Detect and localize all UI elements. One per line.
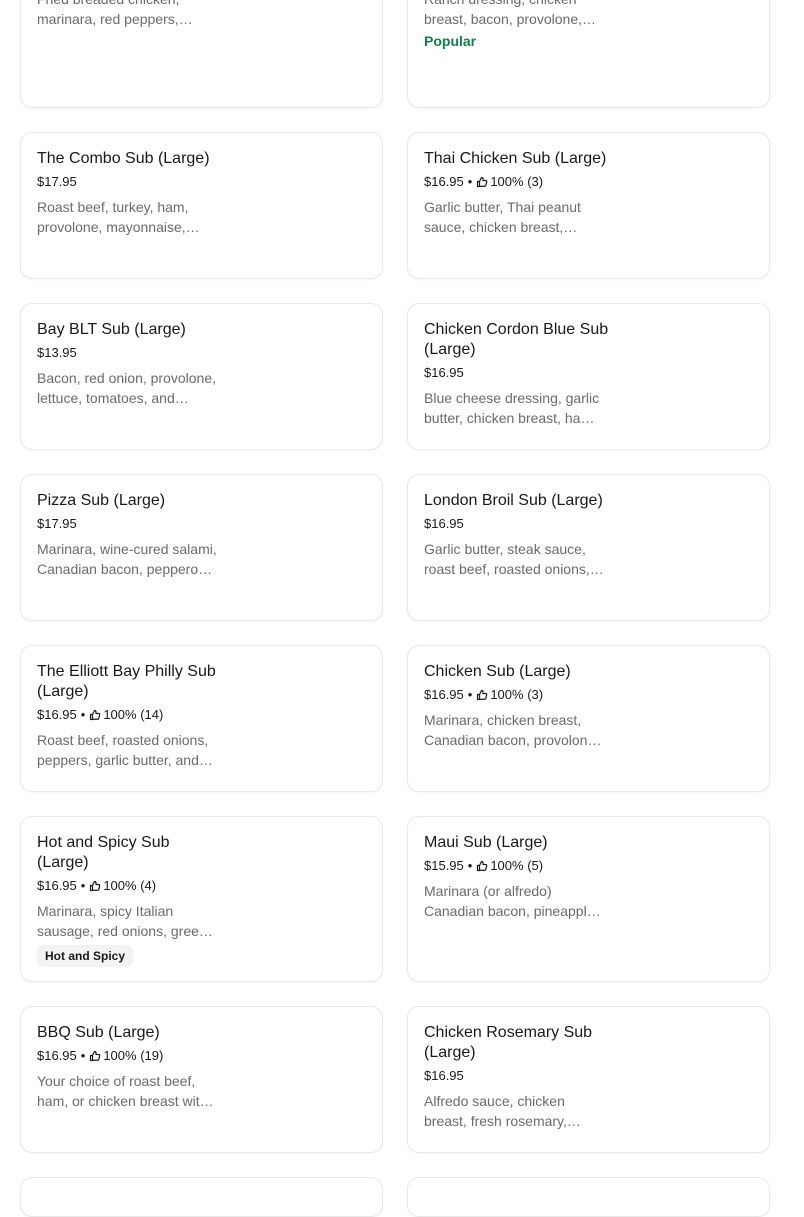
item-price: $16.95 — [424, 687, 464, 702]
item-description: Garlic butter, Thai peanut sauce, chicke… — [424, 199, 581, 235]
item-description: Ranch dressing, chicken breast, bacon, p… — [424, 0, 582, 27]
menu-item-card[interactable]: Bay BLT Sub (Large) $13.95 Bacon, red onio… — [20, 303, 383, 450]
thumbs-up-icon — [476, 689, 490, 701]
separator-dot: • — [80, 1048, 86, 1063]
item-price: $15.95 — [424, 858, 464, 873]
item-title: Chicken Sub (Large) — [424, 663, 571, 680]
separator-dot: • — [467, 174, 473, 189]
item-rating: 100% (19) — [103, 1048, 164, 1063]
item-meta: $16.95 • 100% (4) — [37, 878, 223, 894]
item-description: Roast beef, turkey, ham, provolone, mayo… — [37, 199, 189, 235]
item-rating: 100% (3) — [490, 174, 544, 189]
item-description: Marinara, chicken breast, Canadian bacon… — [424, 712, 600, 748]
category-tag: Hot and Spicy — [37, 945, 134, 967]
item-title: Maui Sub (Large) — [424, 834, 548, 851]
item-title: Bay BLT Sub (Large) — [37, 321, 186, 338]
menu-item-card[interactable]: Chicken Sub (Large) $16.95 • 100% (3) Marina… — [407, 645, 770, 792]
menu-item-card[interactable]: Maui Sub (Large) $15.95 • 100% (5) Marinara … — [407, 816, 770, 982]
item-meta: $17.95 — [37, 516, 223, 532]
item-description: Blue cheese dressing, garlic butter, chi… — [424, 390, 600, 426]
menu-item-card[interactable]: The Elliott Bay Philly Sub (Large) $16.95… — [20, 645, 383, 792]
item-title: The Combo Sub (Large) — [37, 150, 210, 167]
item-description: Bacon, red onion, provolone, lettuce, to… — [37, 370, 217, 406]
item-price: $16.95 — [37, 1048, 77, 1063]
item-meta: $15.95 • 100% (5) — [424, 858, 610, 874]
item-meta: $16.95 • 100% (3) — [424, 174, 610, 190]
item-price: $13.95 — [37, 345, 77, 360]
item-description: Marinara (or alfredo) Canadian bacon, pi… — [424, 883, 599, 919]
item-rating: 100% (14) — [103, 707, 164, 722]
item-description: Alfredo sauce, chicken breast, fresh ros… — [424, 1093, 567, 1129]
item-price: $16.95 — [424, 174, 464, 189]
separator-dot: • — [80, 707, 86, 722]
item-meta: $13.95 — [37, 345, 223, 361]
item-title: Hot and Spicy Sub (Large) — [37, 834, 170, 871]
item-meta: $17.95 — [37, 174, 223, 190]
item-description: Roast beef, roasted onions, peppers, gar… — [37, 732, 209, 768]
menu-item-card[interactable] — [20, 1177, 383, 1217]
item-title: Pizza Sub (Large) — [37, 492, 166, 509]
item-title: The Elliott Bay Philly Sub (Large) — [37, 663, 216, 700]
item-price: $17.95 — [37, 516, 77, 531]
item-price: $16.95 — [424, 1068, 464, 1083]
item-title: Chicken Rosemary Sub (Large) — [424, 1024, 593, 1061]
menu-item-card[interactable]: (12")$16.95Fried breaded chicken, marina… — [20, 0, 383, 108]
item-description: Fried breaded chicken, marinara, red pep… — [37, 0, 179, 27]
separator-dot: • — [467, 858, 473, 873]
item-title: Thai Chicken Sub (Large) — [424, 150, 607, 167]
item-meta: $16.95 • 100% (3) — [424, 687, 610, 703]
thumbs-up-icon — [89, 709, 103, 721]
item-meta: $16.95 • 100% (19) — [37, 1048, 223, 1064]
item-price: $16.95 — [37, 707, 77, 722]
thumbs-up-icon — [476, 860, 490, 872]
menu-item-card[interactable]: The Combo Sub (Large) $17.95 Roast beef, t… — [20, 132, 383, 279]
item-meta: $16.95 — [424, 365, 610, 381]
thumbs-up-icon — [89, 1050, 103, 1062]
item-price: $16.95 — [37, 878, 77, 893]
item-description: Marinara, spicy Italian sausage, red oni… — [37, 903, 207, 939]
item-title: BBQ Sub (Large) — [37, 1024, 160, 1041]
item-meta: $16.95 — [424, 1068, 610, 1084]
item-rating: 100% (3) — [490, 687, 544, 702]
item-description: Garlic butter, steak sauce, roast beef, … — [424, 541, 590, 577]
menu-item-card[interactable]: BBQ Sub (Large) $16.95 • 100% (19) Your choi… — [20, 1006, 383, 1153]
menu-item-card[interactable]: Thai Chicken Sub (Large) $16.95 • 100% (3) G… — [407, 132, 770, 279]
item-meta: $16.95 • 100% (14) — [37, 707, 223, 723]
separator-dot: • — [467, 687, 473, 702]
item-rating: 100% (5) — [490, 858, 544, 873]
item-title: Chicken Cordon Blue Sub (Large) — [424, 321, 609, 358]
separator-dot: • — [80, 878, 86, 893]
menu-item-card[interactable] — [407, 1177, 770, 1217]
item-description: Your choice of roast beef, ham, or chick… — [37, 1073, 208, 1109]
item-description: Marinara, wine-cured salami, Canadian ba… — [37, 541, 217, 577]
menu-item-card[interactable]: Sub (12")$16.95Ranch dressing, chicken b… — [407, 0, 770, 108]
menu-item-card[interactable]: Chicken Cordon Blue Sub (Large) $16.95 Blu… — [407, 303, 770, 450]
item-price: $16.95 — [424, 516, 464, 531]
menu-item-card[interactable]: Pizza Sub (Large) $17.95 Marinara, wine-cu… — [20, 474, 383, 621]
item-price: $16.95 — [424, 365, 464, 380]
popular-badge: Popular — [424, 33, 477, 49]
menu-item-card[interactable]: London Broil Sub (Large) $16.95 Garlic but… — [407, 474, 770, 621]
thumbs-up-icon — [476, 176, 490, 188]
item-price: $17.95 — [37, 174, 77, 189]
menu-item-card[interactable]: Hot and Spicy Sub (Large) $16.95 • 100% (4)… — [20, 816, 383, 982]
item-title: London Broil Sub (Large) — [424, 492, 603, 509]
item-meta: $16.95 — [424, 516, 610, 532]
thumbs-up-icon — [89, 880, 103, 892]
menu-item-card[interactable]: Chicken Rosemary Sub (Large) $16.95 Alfred… — [407, 1006, 770, 1153]
item-rating: 100% (4) — [103, 878, 157, 893]
